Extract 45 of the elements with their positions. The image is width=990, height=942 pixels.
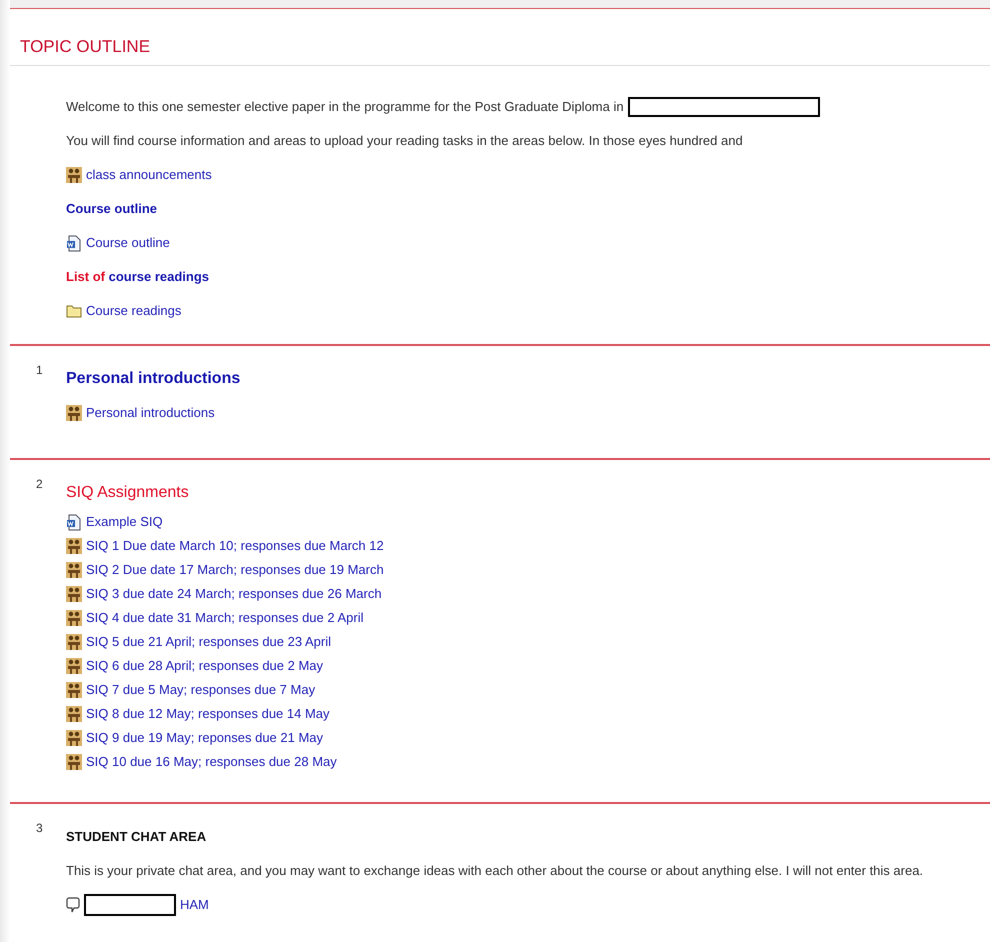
link[interactable]: Course readings <box>86 301 182 321</box>
people-icon <box>66 754 82 770</box>
document-icon <box>66 514 82 530</box>
link[interactable]: SIQ 4 due date 31 March; responses due 2 April <box>86 608 364 628</box>
people-icon <box>66 658 82 674</box>
section-number: 1 <box>36 363 43 377</box>
section-heading: STUDENT CHAT AREA <box>66 828 206 846</box>
link[interactable]: Personal introductions <box>86 403 215 423</box>
people-icon <box>66 562 82 578</box>
link[interactable]: Example SIQ <box>86 512 163 532</box>
section-label: course readings <box>108 268 210 286</box>
link[interactable]: class announcements <box>86 165 212 185</box>
link[interactable]: SIQ 3 due date 24 March; responses due 26 March <box>86 584 382 604</box>
people-icon <box>66 682 82 698</box>
link[interactable]: SIQ 6 due 28 April; responses due 2 May <box>86 656 324 676</box>
page-title: TOPIC OUTLINE <box>20 36 150 58</box>
link[interactable]: SIQ 9 due 19 May; reponses due 21 May <box>86 728 324 748</box>
speech-bubble-icon <box>66 897 80 913</box>
link[interactable]: Course outline <box>86 233 170 253</box>
link[interactable]: HAM <box>180 895 209 915</box>
section-number: 2 <box>36 477 43 491</box>
paragraph: This is your private chat area, and you may want to exchange ideas with each other about the course or about anything else. I will not enter this area. <box>66 862 924 880</box>
people-icon <box>66 586 82 602</box>
section-number: 3 <box>36 821 43 835</box>
link[interactable]: SIQ 8 due 12 May; responses due 14 May <box>86 704 330 724</box>
people-icon <box>66 634 82 650</box>
people-icon <box>66 706 82 722</box>
people-icon <box>66 167 82 183</box>
people-icon <box>66 405 82 421</box>
paragraph: You will find course information and areas to upload your reading tasks in the areas below. In those eyes hundred and <box>66 132 743 150</box>
link[interactable]: SIQ 7 due 5 May; responses due 7 May <box>86 680 316 700</box>
link[interactable]: SIQ 10 due 16 May; responses due 28 May <box>86 752 337 772</box>
section-label: List of <box>66 268 106 286</box>
folder-icon <box>66 304 82 318</box>
people-icon <box>66 730 82 746</box>
link[interactable]: SIQ 2 Due date 17 March; responses due 19 March <box>86 560 384 580</box>
people-icon <box>66 610 82 626</box>
section-heading: Personal introductions <box>66 369 240 389</box>
people-icon <box>66 538 82 554</box>
section-label: Course outline <box>66 200 158 218</box>
link[interactable]: SIQ 1 Due date March 10; responses due March 12 <box>86 536 384 556</box>
document-icon <box>66 234 82 252</box>
section-heading: SIQ Assignments <box>66 483 189 503</box>
link[interactable]: SIQ 5 due 21 April; responses due 23 April <box>86 632 331 652</box>
paragraph: Welcome to this one semester elective paper in the programme for the Post Graduate Diploma in <box>66 98 624 116</box>
